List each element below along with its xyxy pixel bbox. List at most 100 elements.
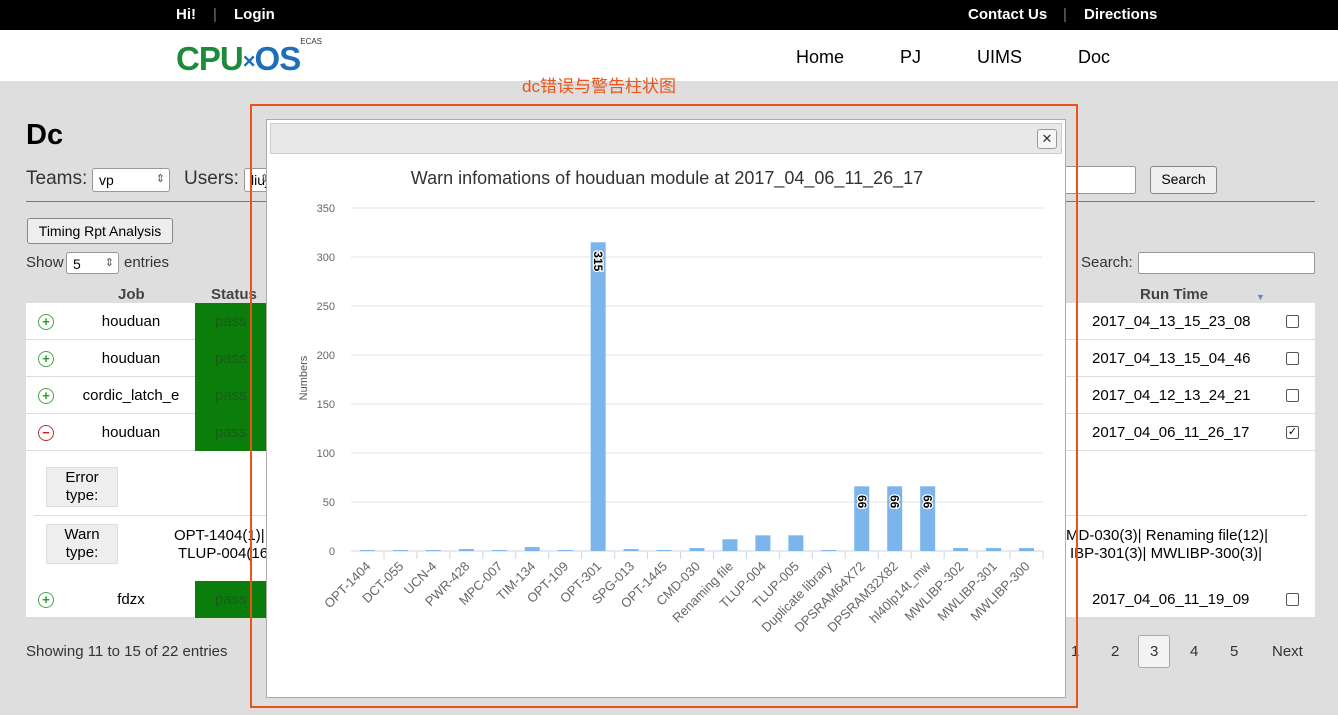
users-label: Users: (184, 168, 239, 189)
entries-select-value: 5 (73, 256, 81, 272)
table-search-label: Search: (1081, 254, 1133, 271)
table-search-input[interactable] (1138, 252, 1315, 274)
timing-rpt-analysis-button[interactable]: Timing Rpt Analysis (27, 218, 173, 244)
login-link[interactable]: Login (234, 6, 275, 23)
nav-doc[interactable]: Doc (1078, 47, 1110, 68)
bar[interactable] (722, 539, 738, 551)
error-type-line1: Error (65, 469, 99, 486)
logo-x: × (242, 48, 256, 74)
y-tick-label: 200 (317, 350, 335, 362)
row-checkbox[interactable] (1286, 389, 1299, 402)
y-tick-label: 350 (317, 203, 335, 215)
warn-type-label: Warn type: (46, 524, 118, 564)
y-tick-label: 100 (317, 448, 335, 460)
y-tick-label: 50 (323, 497, 335, 509)
page-3[interactable]: 3 (1138, 635, 1171, 668)
bar[interactable] (359, 550, 375, 551)
bar[interactable] (524, 547, 540, 551)
row-checkbox[interactable] (1286, 315, 1299, 328)
contact-us-link[interactable]: Contact Us (968, 6, 1047, 23)
sort-desc-icon: ▼ (1256, 292, 1265, 302)
show-label: Show (26, 254, 64, 271)
bar[interactable] (953, 548, 969, 551)
data-label: 66 (921, 495, 935, 509)
bar[interactable] (755, 535, 771, 551)
y-tick-label: 0 (329, 546, 335, 558)
data-label: 66 (888, 495, 902, 509)
bar[interactable] (458, 549, 474, 551)
page-5[interactable]: 5 (1230, 643, 1238, 660)
nav-uims[interactable]: UIMS (977, 47, 1022, 68)
chart-title: Warn infomations of houduan module at 20… (411, 168, 923, 189)
bar[interactable] (392, 550, 408, 551)
logo-cpu: CPU (176, 40, 244, 77)
y-axis-label: Numbers (298, 355, 310, 400)
bar[interactable] (623, 549, 639, 551)
site-logo[interactable]: CPU×OSECAS (176, 37, 323, 78)
separator: | (213, 6, 217, 23)
data-label: 66 (855, 495, 869, 509)
collapse-icon[interactable]: − (38, 425, 54, 441)
bar[interactable] (788, 535, 804, 551)
nav-pj[interactable]: PJ (900, 47, 921, 68)
data-label: 315 (591, 251, 605, 271)
annotation-label: dc错误与警告柱状图 (522, 77, 676, 96)
teams-select-value: vp (99, 172, 114, 188)
page-4[interactable]: 4 (1190, 643, 1198, 660)
bar[interactable] (689, 548, 705, 551)
col-header-run-time[interactable]: Run Time (1140, 286, 1208, 303)
job-name: cordic_latch_e (82, 387, 180, 404)
bar[interactable] (557, 550, 573, 551)
teams-label: Teams: (26, 168, 88, 189)
job-name: houduan (101, 350, 161, 367)
error-type-line2: type: (65, 487, 99, 504)
y-tick-label: 250 (317, 301, 335, 313)
job-name: houduan (101, 424, 161, 441)
teams-select[interactable]: vp (92, 168, 170, 192)
bar[interactable] (590, 242, 606, 552)
job-name: houduan (101, 313, 161, 330)
bar[interactable] (986, 548, 1002, 551)
expand-icon[interactable]: + (38, 351, 54, 367)
run-time: 2017_04_12_13_24_21 (1092, 387, 1251, 404)
expand-icon[interactable]: + (38, 388, 54, 404)
warn-type-line2: type: (65, 544, 99, 561)
next-page[interactable]: Next (1272, 643, 1303, 660)
separator: | (1063, 6, 1067, 23)
top-bar: Hi! | Login Contact Us | Directions (0, 0, 1338, 30)
run-time: 2017_04_13_15_04_46 (1092, 350, 1251, 367)
page-2[interactable]: 2 (1111, 643, 1119, 660)
run-time: 2017_04_06_11_26_17 (1092, 424, 1250, 441)
expand-icon[interactable]: + (38, 314, 54, 330)
row-checkbox[interactable]: ✓ (1286, 426, 1299, 439)
y-tick-label: 150 (317, 399, 335, 411)
warn-list-text: IBP-301(3)| MWLIBP-300(3)| (1070, 545, 1263, 562)
y-tick-label: 300 (317, 252, 335, 264)
row-checkbox[interactable] (1286, 352, 1299, 365)
page-title: Dc (26, 119, 64, 151)
search-button[interactable]: Search (1150, 166, 1217, 194)
error-type-label: Error type: (46, 467, 118, 507)
col-header-job[interactable]: Job (118, 286, 145, 303)
bar[interactable] (656, 550, 672, 551)
row-checkbox[interactable] (1286, 593, 1299, 606)
expand-icon[interactable]: + (38, 592, 54, 608)
entries-select[interactable]: 5 (66, 252, 119, 274)
warn-type-line1: Warn (64, 526, 100, 543)
entries-info: Showing 11 to 15 of 22 entries (26, 643, 228, 660)
logo-os: OS (254, 40, 302, 77)
bar[interactable] (425, 550, 441, 551)
directions-link[interactable]: Directions (1084, 6, 1157, 23)
nav-home[interactable]: Home (796, 47, 844, 68)
bar[interactable] (491, 550, 507, 551)
logo-sup: ECAS (300, 37, 323, 46)
chart-dialog: ✕ Warn infomations of houduan module at … (266, 119, 1066, 698)
job-name: fdzx (117, 591, 145, 608)
warn-list-text: MD-030(3)| Renaming file(12)| (1066, 527, 1269, 544)
bar[interactable] (1019, 548, 1035, 551)
entries-label: entries (124, 254, 170, 271)
greeting: Hi! (176, 6, 196, 23)
run-time: 2017_04_06_11_19_09 (1092, 591, 1250, 608)
run-time: 2017_04_13_15_23_08 (1092, 313, 1251, 330)
bar[interactable] (821, 550, 837, 551)
